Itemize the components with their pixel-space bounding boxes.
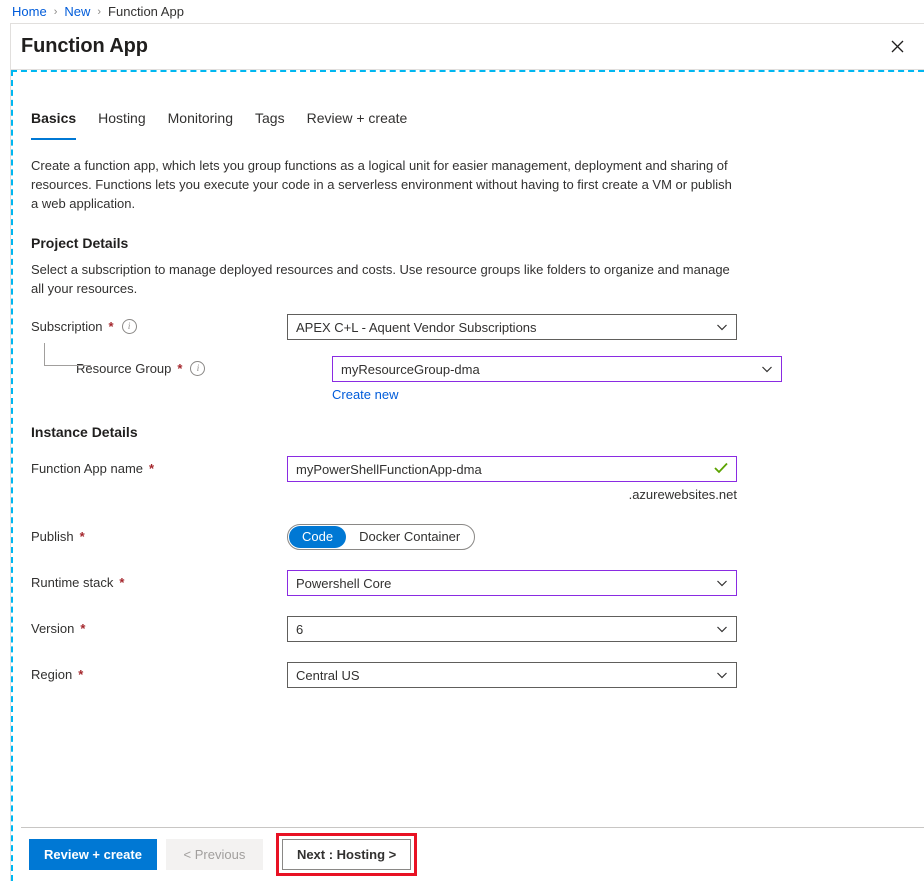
breadcrumb-item-new[interactable]: New (64, 4, 90, 19)
breadcrumb-separator-icon: › (53, 5, 58, 18)
region-label-text: Region (31, 667, 73, 682)
resource-group-label-text: Resource Group (76, 361, 172, 376)
resource-group-row: Resource Group * i myResourceGroup-dma Cr… (31, 343, 906, 402)
publish-option-code[interactable]: Code (289, 526, 347, 548)
region-value: Central US (296, 667, 360, 683)
resource-group-select[interactable]: myResourceGroup-dma (332, 356, 782, 382)
chevron-down-icon (716, 623, 728, 635)
tab-hosting[interactable]: Hosting (98, 110, 145, 140)
next-hosting-button[interactable]: Next : Hosting > (281, 839, 412, 870)
review-create-button[interactable]: Review + create (29, 839, 157, 870)
subscription-label: Subscription * i (31, 314, 287, 334)
region-field-col: Central US (287, 662, 906, 688)
publish-toggle: Code Docker Container (287, 524, 476, 550)
region-select[interactable]: Central US (287, 662, 737, 688)
required-marker: * (108, 319, 114, 334)
breadcrumb-item-home[interactable]: Home (12, 4, 47, 19)
resource-group-field-col: myResourceGroup-dma Create new (332, 356, 906, 402)
subscription-field-col: APEX C+L - Aquent Vendor Subscriptions (287, 314, 906, 340)
chevron-down-icon (716, 669, 728, 681)
runtime-stack-label: Runtime stack * (31, 570, 287, 590)
next-button-highlight-annotation: Next : Hosting > (275, 833, 418, 876)
chevron-down-icon (716, 321, 728, 333)
version-row: Version * 6 (31, 616, 906, 642)
publish-label: Publish * (31, 524, 287, 544)
publish-option-docker-container[interactable]: Docker Container (346, 526, 473, 548)
breadcrumb: Home › New › Function App (0, 0, 924, 23)
function-app-name-value: myPowerShellFunctionApp-dma (296, 461, 482, 477)
region-label: Region * (31, 662, 287, 682)
wizard-tabs: Basics Hosting Monitoring Tags Review + … (31, 110, 906, 140)
function-app-name-label-text: Function App name (31, 461, 144, 476)
project-details-description: Select a subscription to manage deployed… (31, 262, 730, 296)
version-field-col: 6 (287, 616, 906, 642)
version-select[interactable]: 6 (287, 616, 737, 642)
blade-header: Function App (11, 24, 924, 70)
required-marker: * (79, 529, 85, 544)
resource-group-label: Resource Group * i (31, 356, 332, 376)
tab-monitoring[interactable]: Monitoring (168, 110, 233, 140)
required-marker: * (177, 361, 183, 376)
page-title: Function App (21, 35, 148, 57)
function-app-name-row: Function App name * myPowerShellFunctionA… (31, 456, 906, 502)
runtime-stack-row: Runtime stack * Powershell Core (31, 570, 906, 596)
function-app-name-field-col: myPowerShellFunctionApp-dma .azurewebsit… (287, 456, 906, 502)
tab-basics[interactable]: Basics (31, 110, 77, 140)
breadcrumb-item-function-app: Function App (108, 4, 184, 19)
info-icon[interactable]: i (190, 361, 206, 376)
project-details-heading: Project Details (31, 235, 129, 251)
subscription-select[interactable]: APEX C+L - Aquent Vendor Subscriptions (287, 314, 737, 340)
required-marker: * (119, 575, 125, 590)
required-marker: * (149, 461, 155, 476)
resource-group-value: myResourceGroup-dma (341, 361, 480, 377)
runtime-stack-label-text: Runtime stack (31, 575, 114, 590)
function-app-name-input[interactable]: myPowerShellFunctionApp-dma (287, 456, 737, 482)
subscription-label-text: Subscription (31, 319, 103, 334)
close-icon[interactable] (882, 32, 912, 62)
tab-review-create[interactable]: Review + create (307, 110, 408, 140)
runtime-stack-select[interactable]: Powershell Core (287, 570, 737, 596)
blade-description: Create a function app, which lets you gr… (31, 158, 732, 211)
function-app-name-suffix: .azurewebsites.net (628, 487, 737, 502)
required-marker: * (78, 667, 84, 682)
chevron-down-icon (716, 577, 728, 589)
wizard-footer: Review + create < Previous Next : Hostin… (11, 828, 924, 881)
function-app-blade: Function App Basics Hosting Monitoring T… (10, 23, 924, 881)
create-new-resource-group-link[interactable]: Create new (332, 387, 398, 402)
previous-button: < Previous (165, 839, 263, 870)
required-marker: * (80, 621, 86, 636)
tab-tags[interactable]: Tags (255, 110, 285, 140)
publish-row: Publish * Code Docker Container (31, 524, 906, 550)
region-row: Region * Central US (31, 662, 906, 688)
function-app-name-label: Function App name * (31, 456, 287, 476)
subscription-row: Subscription * i APEX C+L - Aquent Vendor… (31, 314, 906, 340)
chevron-down-icon (761, 363, 773, 375)
runtime-stack-field-col: Powershell Core (287, 570, 906, 596)
publish-label-text: Publish (31, 529, 74, 544)
version-label: Version * (31, 616, 287, 636)
checkmark-icon (714, 461, 728, 477)
breadcrumb-separator-icon: › (97, 5, 102, 18)
version-value: 6 (296, 621, 304, 637)
info-icon[interactable]: i (121, 319, 137, 334)
version-label-text: Version (31, 621, 75, 636)
instance-details-heading: Instance Details (31, 424, 138, 440)
runtime-stack-value: Powershell Core (296, 575, 392, 591)
form-content: Basics Hosting Monitoring Tags Review + … (13, 72, 924, 881)
publish-field-col: Code Docker Container (287, 524, 906, 550)
subscription-value: APEX C+L - Aquent Vendor Subscriptions (296, 319, 537, 335)
form-focus-region: Basics Hosting Monitoring Tags Review + … (11, 70, 924, 881)
